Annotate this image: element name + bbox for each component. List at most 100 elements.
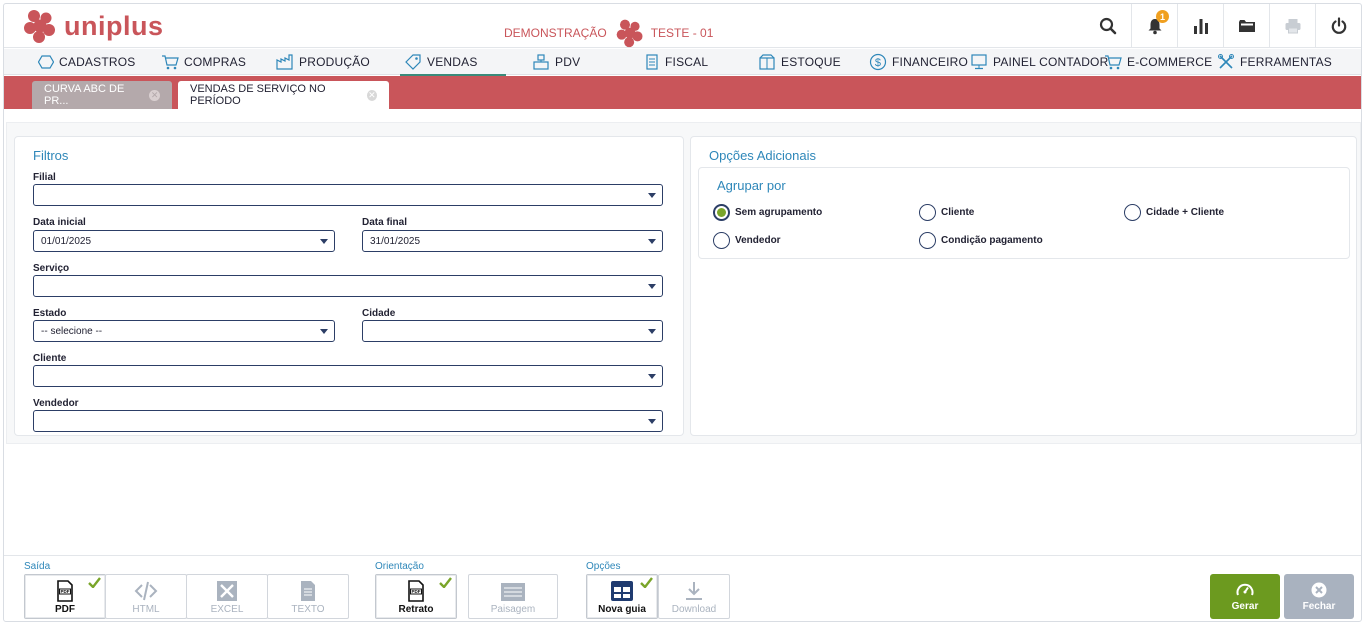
cidade-select[interactable] [362, 320, 663, 342]
menu-item-cadastros[interactable]: CADASTROS [38, 49, 135, 75]
tag-icon [405, 54, 421, 70]
vendedor-select[interactable] [33, 410, 663, 432]
tools-icon [1218, 54, 1234, 69]
data-inicial-field[interactable]: 01/01/2025 [33, 230, 335, 252]
button-label: EXCEL [210, 604, 244, 615]
factory-icon [276, 54, 293, 70]
filters-title: Filtros [33, 148, 69, 163]
menu-item-ferramentas[interactable]: FERRAMENTAS [1217, 49, 1332, 75]
radio-condicao-pagamento[interactable]: Condição pagamento [919, 232, 1043, 249]
chevron-down-icon [648, 374, 656, 379]
menu-item-pdv[interactable]: PDV [532, 49, 580, 75]
chevron-down-icon [648, 284, 656, 289]
menu-item-producao[interactable]: PRODUÇÃO [276, 49, 370, 75]
menu-item-vendas[interactable]: VENDAS [400, 49, 505, 76]
logout-button[interactable] [1315, 4, 1361, 48]
radio-label: Cidade + Cliente [1146, 207, 1225, 218]
dollar-icon: $ [869, 53, 887, 71]
landscape-page-icon [501, 583, 525, 601]
check-icon [640, 577, 653, 588]
servico-label: Serviço [33, 263, 70, 274]
estado-select[interactable]: -- selecione -- [33, 320, 335, 342]
reports-button[interactable] [1177, 4, 1223, 48]
close-circle-icon [1311, 582, 1327, 597]
tab-label: CURVA ABC DE PR... [44, 83, 125, 107]
company-name: TESTE - 01 [650, 26, 714, 40]
search-icon [1099, 17, 1117, 35]
output-text-button[interactable]: TEXTO [267, 574, 349, 619]
print-button[interactable] [1269, 4, 1315, 48]
radio-sem-agrupamento[interactable]: Sem agrupamento [713, 204, 822, 221]
menu-item-label: PDV [555, 55, 581, 69]
orientation-portrait-button[interactable]: PDF Retrato [375, 574, 457, 619]
environment-indicator: DEMONSTRAÇÃO TESTE - 01 [504, 18, 713, 48]
chevron-down-icon [320, 329, 328, 334]
menu-item-painel-contador[interactable]: PAINEL CONTADOR [970, 49, 1108, 75]
radio-checked-icon [713, 204, 730, 221]
menu-item-e-commerce[interactable]: E-COMMERCE [1104, 49, 1212, 75]
tab-label: VENDAS DE SERVIÇO NO PERÍODO [190, 83, 326, 107]
menu-item-financeiro[interactable]: $ FINANCEIRO [869, 49, 968, 75]
group-by-panel: Agrupar por Sem agrupamento Cliente Cida… [698, 167, 1350, 259]
estado-value: -- selecione -- [41, 325, 103, 337]
chevron-down-icon [320, 239, 328, 244]
output-pdf-button[interactable]: PDF PDF [24, 574, 106, 619]
chevron-down-icon [648, 193, 656, 198]
box-icon [759, 54, 775, 70]
tab-curva-abc[interactable]: CURVA ABC DE PR... ✕ [32, 81, 172, 109]
options-panel: Opções Adicionais Agrupar por Sem agrupa… [690, 136, 1357, 436]
data-final-label: Data final [362, 217, 408, 228]
check-icon [439, 577, 452, 588]
chevron-down-icon [648, 329, 656, 334]
menu-item-label: PAINEL CONTADOR [993, 55, 1109, 69]
menu-item-compras[interactable]: COMPRAS [161, 49, 246, 75]
data-inicial-label: Data inicial [33, 217, 86, 228]
servico-select[interactable] [33, 275, 663, 297]
radio-cliente[interactable]: Cliente [919, 204, 974, 221]
output-excel-button[interactable]: EXCEL [186, 574, 268, 619]
environment-label: DEMONSTRAÇÃO [504, 26, 607, 40]
opcoes-label: Opções [586, 561, 621, 572]
app-window: uniplus DEMONSTRAÇÃO TESTE - 01 1 CADAST… [3, 3, 1362, 622]
orientacao-label: Orientação [375, 561, 424, 572]
radio-label: Vendedor [735, 235, 781, 246]
check-icon [88, 577, 101, 588]
radio-vendedor[interactable]: Vendedor [713, 232, 781, 249]
tab-vendas-servico[interactable]: VENDAS DE SERVIÇO NO PERÍODO ✕ [178, 81, 389, 109]
download-option-button[interactable]: Download [658, 574, 730, 619]
notifications-button[interactable]: 1 [1131, 4, 1177, 48]
radio-label: Sem agrupamento [735, 207, 823, 218]
data-inicial-value: 01/01/2025 [41, 235, 92, 247]
filial-select[interactable] [33, 184, 663, 206]
menu-item-label: ESTOQUE [781, 55, 841, 69]
radio-cidade-cliente[interactable]: Cidade + Cliente [1124, 204, 1224, 221]
chevron-down-icon [648, 239, 656, 244]
bottom-toolbar: Saída Orientação Opções PDF PDF HTML EXC… [4, 555, 1361, 621]
hexagon-icon [38, 55, 54, 69]
cliente-label: Cliente [33, 353, 67, 364]
new-tab-icon [611, 581, 633, 601]
orientation-landscape-button[interactable]: Paisagem [468, 574, 558, 619]
brand-logo[interactable]: uniplus [22, 8, 164, 44]
cliente-select[interactable] [33, 365, 663, 387]
menu-item-estoque[interactable]: ESTOQUE [758, 49, 841, 75]
generate-button[interactable]: Gerar [1210, 574, 1280, 619]
new-tab-option-button[interactable]: Nova guia [586, 574, 658, 619]
menu-item-label: E-COMMERCE [1127, 55, 1213, 69]
menu-item-label: CADASTROS [59, 55, 136, 69]
notification-badge: 1 [1156, 10, 1169, 23]
cart-icon [1105, 55, 1122, 70]
cidade-label: Cidade [362, 308, 396, 319]
output-html-button[interactable]: HTML [105, 574, 187, 619]
close-icon[interactable]: ✕ [149, 89, 160, 101]
close-button[interactable]: Fechar [1284, 574, 1354, 619]
files-button[interactable] [1223, 4, 1269, 48]
menu-item-label: VENDAS [427, 55, 478, 69]
close-icon[interactable]: ✕ [366, 89, 377, 101]
menu-item-fiscal[interactable]: FISCAL [644, 49, 708, 75]
radio-label: Condição pagamento [941, 235, 1043, 246]
data-final-value: 31/01/2025 [370, 235, 421, 247]
top-header: uniplus DEMONSTRAÇÃO TESTE - 01 1 [4, 4, 1361, 48]
search-button[interactable] [1085, 4, 1131, 48]
data-final-field[interactable]: 31/01/2025 [362, 230, 663, 252]
